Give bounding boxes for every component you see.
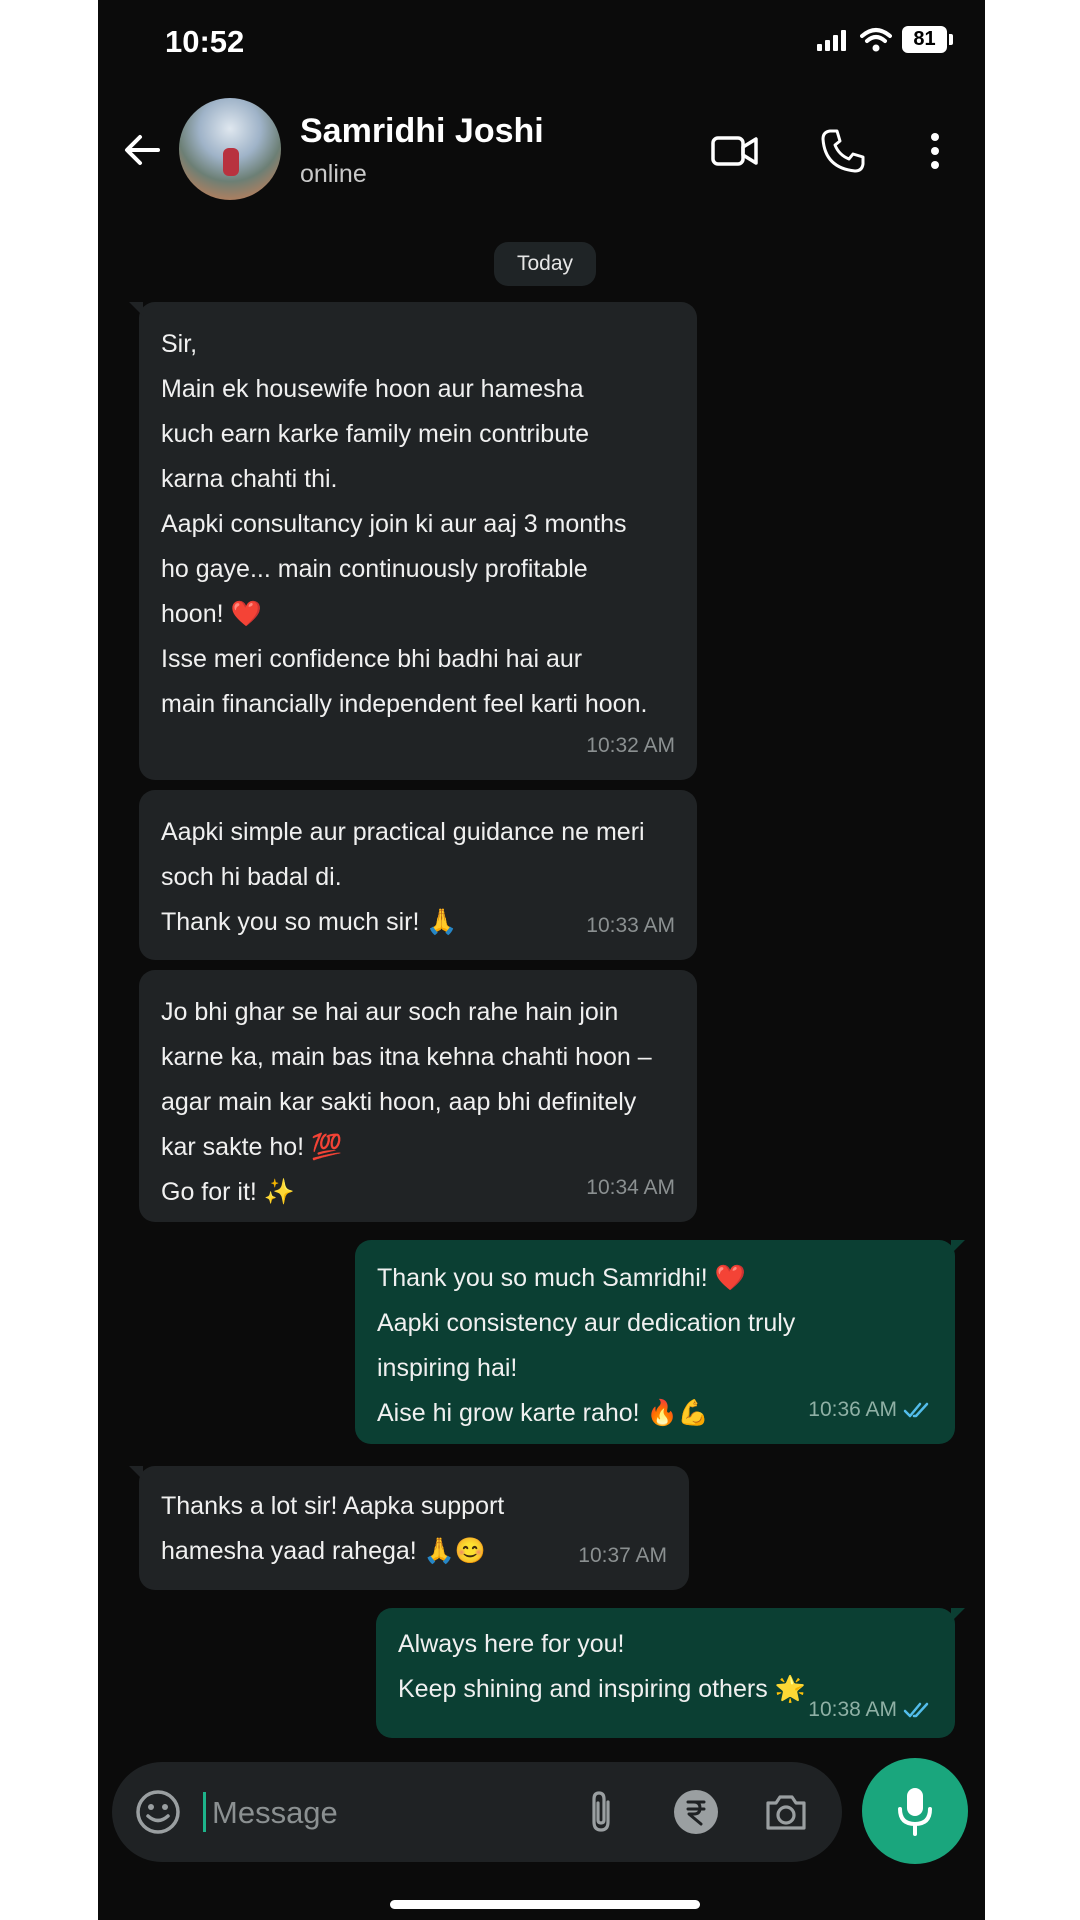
date-chip: Today: [494, 242, 596, 286]
message-time: 10:38 AM: [808, 1698, 897, 1721]
status-icons: 81: [816, 26, 953, 53]
rupee-icon[interactable]: [672, 1788, 720, 1836]
phone-icon[interactable]: [818, 126, 868, 176]
message-time: 10:32 AM: [586, 734, 675, 757]
battery-indicator: 81: [902, 26, 953, 53]
more-vertical-icon[interactable]: [910, 126, 960, 176]
message-meta: 10:34 AM: [586, 1165, 675, 1210]
message-meta: 10:33 AM: [586, 903, 675, 948]
chat-header: Samridhi Joshi online: [98, 90, 985, 210]
message-bubble-incoming[interactable]: Thanks a lot sir! Aapka support hamesha …: [129, 1466, 689, 1590]
mic-button[interactable]: [862, 1758, 968, 1864]
message-bubble-outgoing[interactable]: Always here for you! Keep shining and in…: [376, 1608, 965, 1738]
signal-icon: [817, 29, 846, 51]
message-meta: 10:32 AM: [586, 723, 675, 768]
emoji-icon[interactable]: [134, 1788, 182, 1836]
chat-screen: 10:52 81 Samridhi Joshi online Today Sir…: [98, 0, 985, 1920]
message-time: 10:36 AM: [808, 1398, 897, 1421]
message-composer: [112, 1762, 842, 1862]
double-check-icon: [903, 1702, 929, 1717]
text-cursor: [203, 1792, 206, 1832]
message-time: 10:34 AM: [586, 1176, 675, 1199]
message-time: 10:37 AM: [578, 1544, 667, 1567]
contact-status: online: [300, 160, 367, 188]
message-meta: 10:38 AM: [808, 1687, 933, 1732]
home-indicator[interactable]: [390, 1900, 700, 1909]
message-meta: 10:37 AM: [578, 1533, 667, 1578]
wifi-icon: [860, 27, 892, 51]
message-bubble-outgoing[interactable]: Thank you so much Samridhi! ❤️ Aapki con…: [355, 1240, 965, 1444]
arrow-left-icon[interactable]: [120, 128, 164, 172]
double-check-icon: [903, 1402, 929, 1417]
message-text: Sir, Main ek housewife hoon aur hamesha …: [161, 330, 648, 718]
video-call-icon[interactable]: [710, 126, 760, 176]
message-input[interactable]: [210, 1782, 544, 1844]
message-meta: 10:36 AM: [808, 1387, 933, 1432]
status-time: 10:52: [165, 24, 245, 59]
message-bubble-incoming[interactable]: Sir, Main ek housewife hoon aur hamesha …: [129, 302, 697, 780]
paperclip-icon[interactable]: [578, 1788, 626, 1836]
camera-icon[interactable]: [762, 1788, 810, 1836]
message-time: 10:33 AM: [586, 914, 675, 937]
message-bubble-incoming[interactable]: Aapki simple aur practical guidance ne m…: [139, 790, 697, 960]
contact-name[interactable]: Samridhi Joshi: [300, 112, 544, 151]
avatar[interactable]: [179, 98, 281, 200]
status-bar: 10:52 81: [98, 0, 985, 84]
message-bubble-incoming[interactable]: Jo bhi ghar se hai aur soch rahe hain jo…: [139, 970, 697, 1222]
mic-icon: [898, 1788, 932, 1836]
